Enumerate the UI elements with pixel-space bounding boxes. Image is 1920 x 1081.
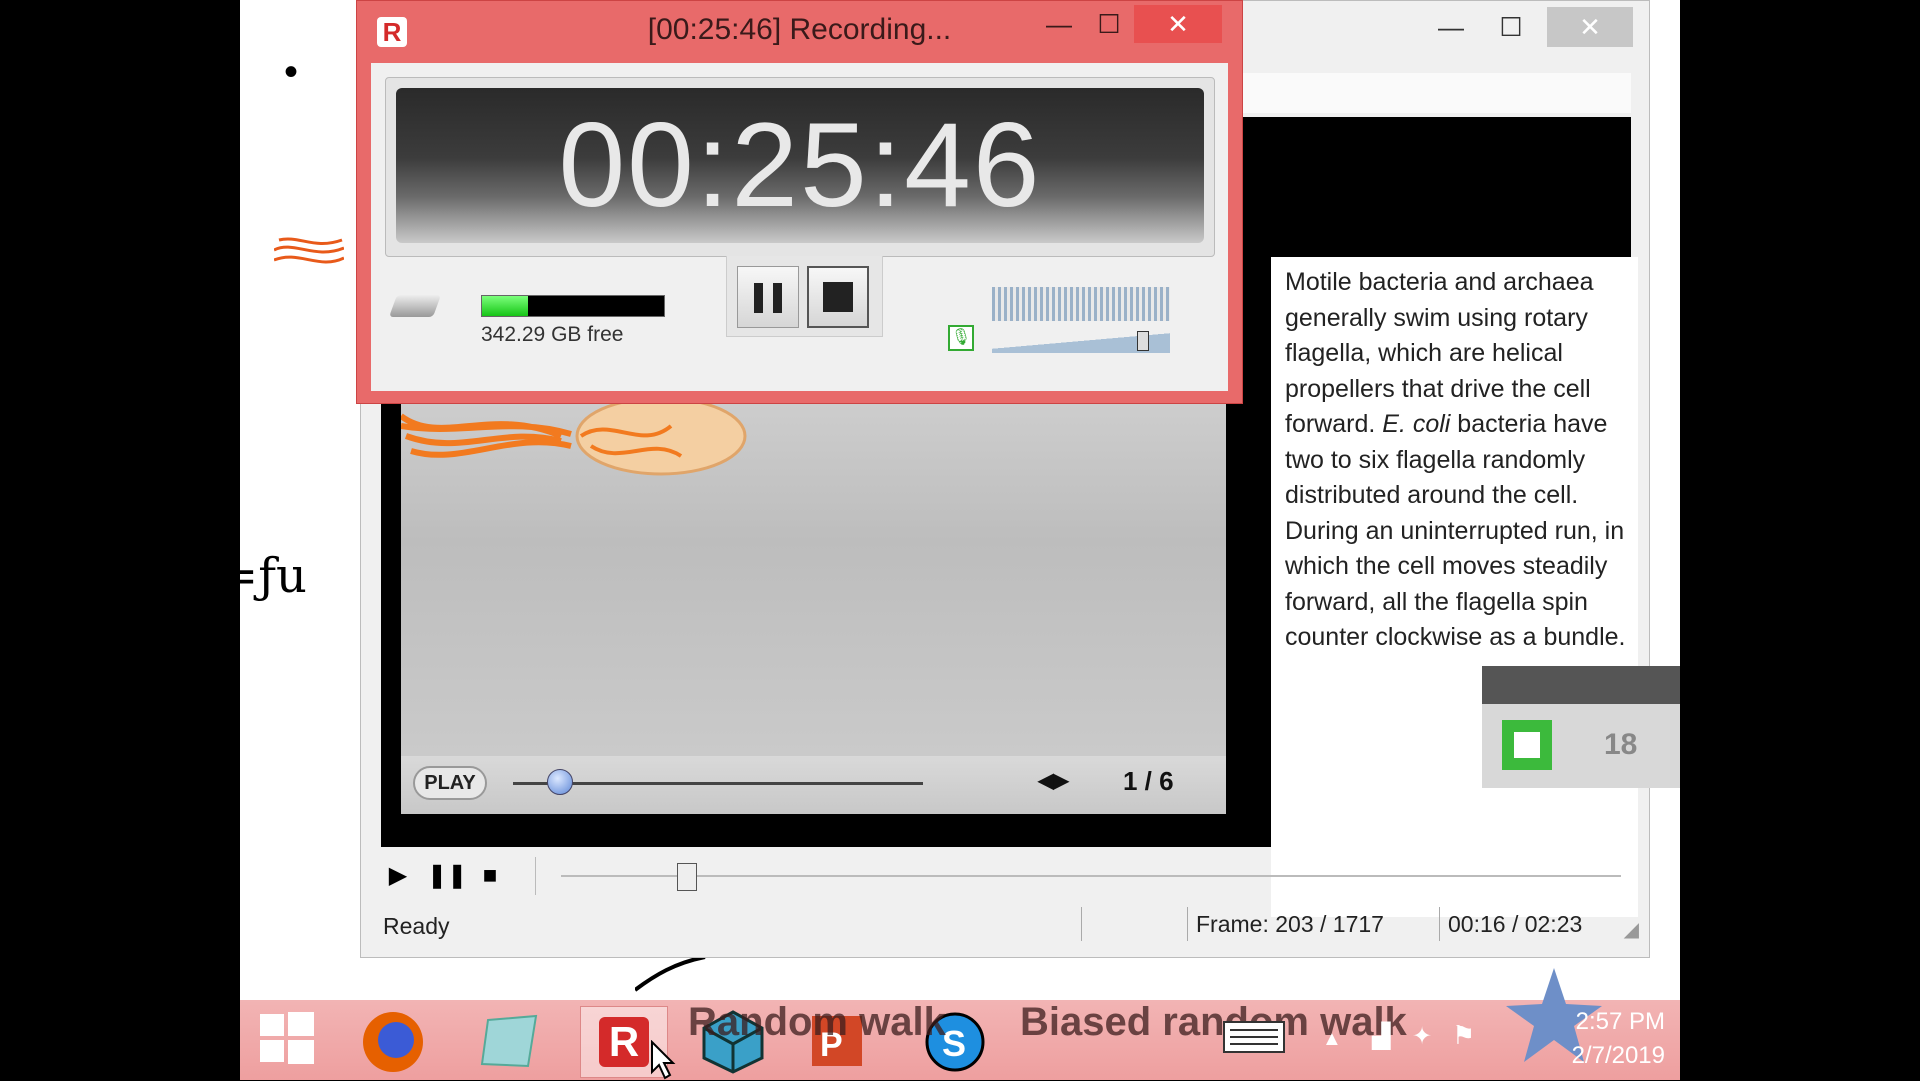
orange-flagella-sketch xyxy=(274,237,344,264)
keyboard-icon xyxy=(1223,1021,1285,1053)
pause-recording-button[interactable] xyxy=(737,266,799,328)
play-icon[interactable]: ▶ xyxy=(381,859,415,893)
recorder-close-button[interactable]: ✕ xyxy=(1134,5,1222,43)
seek-thumb[interactable] xyxy=(677,863,697,891)
start-button[interactable] xyxy=(254,1006,340,1076)
animation-controls: PLAY ◀▶ 1 / 6 xyxy=(401,756,1226,814)
disk-icon xyxy=(388,295,442,317)
recorder-body: 00:25:46 342.29 GB free 🎙 xyxy=(371,63,1228,391)
status-text: Ready xyxy=(383,913,450,939)
seek-track[interactable] xyxy=(561,875,1621,877)
network-icon[interactable]: ▟ xyxy=(1372,1022,1390,1051)
whiteboard-annotation: =ƒu xyxy=(240,548,307,604)
firefox-taskbar-icon[interactable] xyxy=(358,1006,444,1076)
clock-time[interactable]: 2:57 PM xyxy=(1545,1008,1665,1036)
taskbar: R P S Random walk Biased random walk ▲ ▟… xyxy=(240,968,1680,1080)
animation-play-button[interactable]: PLAY xyxy=(413,766,487,800)
time-counter: 00:16 / 02:23 xyxy=(1439,907,1609,941)
pause-bar-left xyxy=(754,283,763,313)
tray-chevron-icon[interactable]: ▲ xyxy=(1322,1028,1342,1051)
animation-scrub-track[interactable] xyxy=(513,782,923,785)
frame-counter: Frame: 203 / 1717 xyxy=(1187,907,1437,941)
mouse-cursor-icon xyxy=(651,1040,676,1080)
widget-number: 18 xyxy=(1604,728,1638,761)
recording-timer: 00:25:46 xyxy=(396,88,1204,243)
page-arrows-icon[interactable]: ◀▶ xyxy=(1038,768,1069,793)
recorder-minimize-button[interactable]: — xyxy=(1034,5,1084,43)
player-minimize-button[interactable]: — xyxy=(1421,7,1481,47)
microphone-icon[interactable]: 🎙 xyxy=(948,325,974,351)
windows-logo-icon xyxy=(260,1012,314,1064)
text-part-2: bacteria have two to six flagella random… xyxy=(1285,410,1626,651)
transport-divider xyxy=(535,857,536,895)
dropbox-icon[interactable]: ✦ xyxy=(1412,1022,1432,1051)
clock-date[interactable]: 2/7/2019 xyxy=(1545,1042,1665,1070)
disk-usage-bar xyxy=(481,295,665,317)
disk-usage-fill xyxy=(482,296,528,316)
animation-text-panel: Motile bacteria and archaea generally sw… xyxy=(1271,257,1638,917)
firefox-icon xyxy=(363,1012,423,1072)
player-close-button[interactable]: ✕ xyxy=(1547,7,1633,47)
whiteboard-bullet: • xyxy=(284,50,299,94)
overlay-biased-random-walk: Biased random walk xyxy=(1020,1000,1407,1044)
widget-stop-icon[interactable] xyxy=(1502,720,1552,770)
pause-icon[interactable]: ❚❚ xyxy=(427,859,467,893)
floating-widget: 18 xyxy=(1482,666,1680,788)
overlay-random-walk: Random walk xyxy=(688,1000,946,1044)
notes-icon xyxy=(480,1014,538,1068)
recorder-icon: R xyxy=(599,1017,649,1067)
pen-stroke xyxy=(635,955,706,992)
timer-frame: 00:25:46 xyxy=(385,77,1215,257)
stop-square-icon xyxy=(823,282,853,312)
text-italic: E. coli xyxy=(1382,410,1451,438)
status-empty-cell xyxy=(1081,907,1193,941)
screen-recorder-window: R [00:25:46] Recording... — ☐ ✕ 00:25:46… xyxy=(356,0,1243,404)
stop-recording-button[interactable] xyxy=(807,266,869,328)
resize-grip-icon[interactable]: ◢ xyxy=(1624,917,1639,942)
pause-bar-right xyxy=(773,283,782,313)
volume-slider-thumb[interactable] xyxy=(1137,331,1149,351)
animation-scrub-knob[interactable] xyxy=(547,769,573,795)
bacterium-illustration xyxy=(401,396,747,476)
player-maximize-button[interactable]: ☐ xyxy=(1481,7,1541,47)
notes-taskbar-icon[interactable] xyxy=(476,1006,562,1076)
recorder-maximize-button[interactable]: ☐ xyxy=(1084,5,1134,43)
player-transport: ▶ ❚❚ ■ xyxy=(361,849,1649,901)
player-statusbar: Ready Frame: 203 / 1717 00:16 / 02:23 ◢ xyxy=(361,903,1649,945)
page-indicator: 1 / 6 xyxy=(1123,766,1174,796)
stop-icon[interactable]: ■ xyxy=(473,859,507,893)
widget-titlebar[interactable] xyxy=(1482,666,1680,704)
recording-controls xyxy=(726,256,883,337)
flag-icon[interactable]: ⚑ xyxy=(1452,1020,1475,1051)
audio-level-meter xyxy=(992,287,1170,321)
keyboard-taskbar-icon[interactable] xyxy=(1220,1006,1306,1076)
animation-text: Motile bacteria and archaea generally sw… xyxy=(1271,257,1638,656)
disk-free-label: 342.29 GB free xyxy=(481,323,624,346)
